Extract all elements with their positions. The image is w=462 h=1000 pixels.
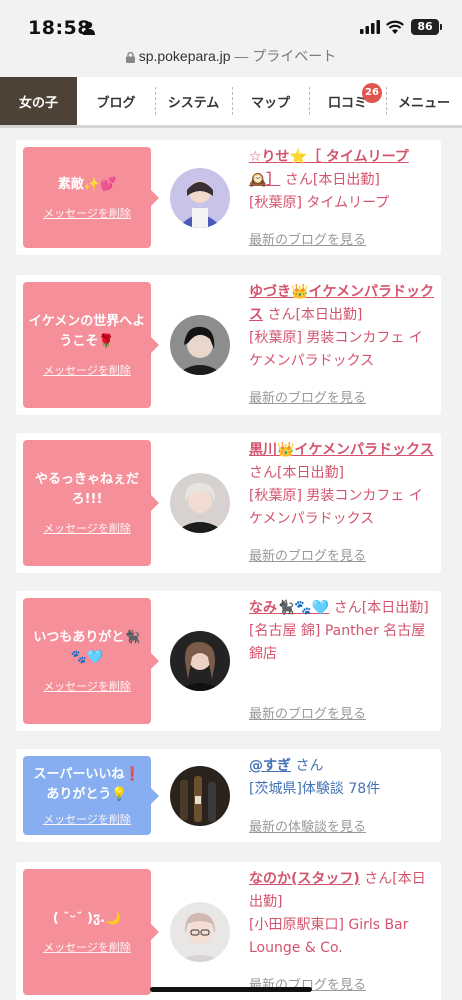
tab-system[interactable]: システム: [155, 77, 232, 125]
attendance-status: [本日出勤]: [312, 172, 380, 188]
cast-name-link[interactable]: なみ🐈‍⬛🐾🩵: [249, 600, 329, 616]
attendance-status: [本日出勤]: [277, 465, 344, 481]
message-text: やるっきゃねぇだろ!!!: [34, 472, 139, 507]
message-text: スーパーいいね❗️ありがとう💡: [33, 766, 141, 802]
message-card: ( ˘ᵕ˘ )ჳ.🌙 メッセージを削除 なのか(スタッフ) さん[本日出勤] […: [16, 862, 441, 1000]
delete-message-link[interactable]: メッセージを削除: [43, 678, 131, 694]
cast-info: ☆りせ⭐️［ タイムリープ🕰️］ さん[本日出勤] [秋葉原] タイムリープ: [249, 146, 434, 215]
message-text: イケメンの世界へようこそ🌹: [28, 314, 146, 349]
cast-info: なみ🐈‍⬛🐾🩵 さん[本日出勤] [名古屋 錦] Panther 名古屋錦店: [249, 597, 434, 666]
honorific: さん: [329, 600, 362, 616]
clock: 18:58: [28, 17, 91, 39]
battery-indicator: 86: [411, 19, 442, 35]
latest-review-link[interactable]: 最新の体験談を見る: [249, 816, 366, 835]
honorific: さん: [263, 307, 296, 323]
review-location[interactable]: [茨城県]体験談 78件: [249, 781, 380, 797]
message-text: ( ˘ᵕ˘ )ჳ.🌙: [52, 911, 122, 926]
latest-blog-link[interactable]: 最新のブログを見る: [249, 545, 366, 564]
cast-info: @すぎ さん [茨城県]体験談 78件: [249, 755, 434, 801]
shop-location[interactable]: [小田原駅東口] Girls Bar Lounge & Co.: [249, 917, 408, 956]
tab-menu-label: メニュー: [397, 95, 450, 111]
cast-name-link[interactable]: 黒川👑イケメンパラドックス: [249, 442, 434, 458]
tab-girls-label: 女の子: [18, 95, 58, 111]
tab-menu[interactable]: メニュー: [386, 77, 462, 125]
message-bubble: やるっきゃねぇだろ!!! メッセージを削除: [23, 440, 159, 566]
delete-message-link[interactable]: メッセージを削除: [43, 205, 131, 221]
avatar[interactable]: [170, 168, 230, 228]
message-card: イケメンの世界へようこそ🌹 メッセージを削除 ゆづき👑イケメンパラドックス さん…: [16, 275, 441, 415]
tab-system-label: システム: [167, 95, 220, 111]
message-text: いつもありがと🐈‍⬛🐾🩵: [33, 630, 141, 665]
attendance-status: [本日出勤]: [295, 307, 363, 323]
person-icon: [83, 21, 95, 35]
reviewer-name-link[interactable]: @すぎ: [249, 758, 291, 774]
honorific: さん: [359, 871, 393, 887]
delete-message-link[interactable]: メッセージを削除: [43, 362, 131, 378]
tab-reviews[interactable]: 口コミ 26: [309, 77, 386, 125]
tab-navigation: 女の子 ブログ システム マップ 口コミ 26 メニュー: [0, 77, 462, 128]
honorific: さん: [280, 172, 313, 188]
latest-blog-link[interactable]: 最新のブログを見る: [249, 703, 366, 722]
url-bar[interactable]: sp.pokepara.jp — プライベート: [0, 46, 462, 76]
avatar[interactable]: [170, 902, 230, 962]
avatar[interactable]: [170, 631, 230, 691]
cast-info: なのか(スタッフ) さん[本日出勤] [小田原駅東口] Girls Bar Lo…: [249, 868, 434, 960]
reviews-count-badge: 26: [362, 83, 382, 103]
shop-location[interactable]: [秋葉原] 男装コンカフェ イケメンパラドックス: [249, 488, 423, 527]
lock-icon: [125, 51, 135, 63]
tab-blog[interactable]: ブログ: [77, 77, 155, 125]
status-bar: 18:58 86: [0, 0, 462, 46]
honorific: さん: [249, 465, 277, 481]
cast-info: 黒川👑イケメンパラドックス さん[本日出勤] [秋葉原] 男装コンカフェ イケメ…: [249, 439, 434, 531]
attendance-status: [本日出勤]: [361, 600, 429, 616]
url-domain: sp.pokepara.jp: [138, 48, 231, 64]
message-card: 素敵✨💕 メッセージを削除 ☆りせ⭐️［ タイムリープ🕰️］ さん[本日出勤] …: [16, 140, 441, 255]
tab-map[interactable]: マップ: [232, 77, 309, 125]
wifi-icon: [386, 20, 404, 34]
delete-message-link[interactable]: メッセージを削除: [43, 811, 131, 827]
message-bubble: スーパーいいね❗️ありがとう💡 メッセージを削除: [23, 756, 159, 835]
tab-map-label: マップ: [250, 95, 290, 111]
tab-girls[interactable]: 女の子: [0, 77, 77, 125]
tab-blog-label: ブログ: [96, 95, 136, 111]
avatar[interactable]: [170, 473, 230, 533]
shop-location[interactable]: [名古屋 錦] Panther 名古屋錦店: [249, 623, 425, 662]
cast-name-link[interactable]: なのか(スタッフ): [249, 871, 360, 887]
url-private-label: — プライベート: [230, 48, 337, 64]
home-indicator[interactable]: [150, 987, 312, 992]
message-card: スーパーいいね❗️ありがとう💡 メッセージを削除 @すぎ さん [茨城県]体験談…: [16, 749, 441, 842]
delete-message-link[interactable]: メッセージを削除: [43, 939, 131, 955]
message-card: いつもありがと🐈‍⬛🐾🩵 メッセージを削除 なみ🐈‍⬛🐾🩵 さん[本日出勤] […: [16, 591, 441, 731]
avatar[interactable]: [170, 766, 230, 826]
latest-blog-link[interactable]: 最新のブログを見る: [249, 229, 366, 248]
message-bubble: いつもありがと🐈‍⬛🐾🩵 メッセージを削除: [23, 598, 159, 724]
delete-message-link[interactable]: メッセージを削除: [43, 520, 131, 536]
message-bubble: ( ˘ᵕ˘ )ჳ.🌙 メッセージを削除: [23, 869, 159, 995]
cast-info: ゆづき👑イケメンパラドックス さん[本日出勤] [秋葉原] 男装コンカフェ イケ…: [249, 281, 434, 373]
message-card: やるっきゃねぇだろ!!! メッセージを削除 黒川👑イケメンパラドックス さん[本…: [16, 433, 441, 573]
latest-blog-link[interactable]: 最新のブログを見る: [249, 387, 366, 406]
avatar[interactable]: [170, 315, 230, 375]
message-text: 素敵✨💕: [57, 176, 117, 192]
message-bubble: 素敵✨💕 メッセージを削除: [23, 147, 159, 248]
cellular-signal-icon: [360, 20, 380, 34]
shop-location[interactable]: [秋葉原] 男装コンカフェ イケメンパラドックス: [249, 330, 423, 369]
shop-location[interactable]: [秋葉原] タイムリープ: [249, 195, 389, 211]
honorific: さん: [291, 758, 324, 774]
message-bubble: イケメンの世界へようこそ🌹 メッセージを削除: [23, 282, 159, 408]
